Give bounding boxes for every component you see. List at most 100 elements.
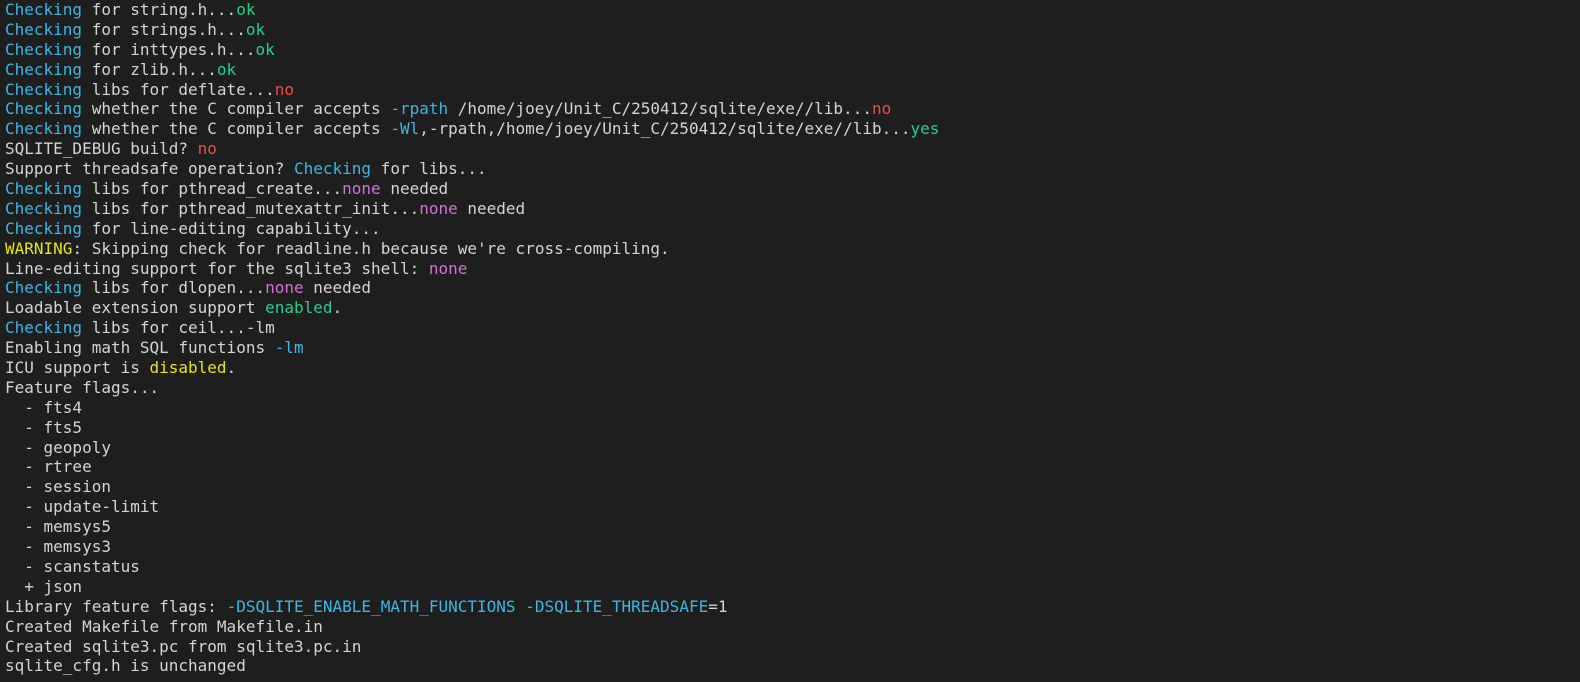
terminal-text: needed: [457, 198, 526, 218]
terminal-line: Library feature flags: -DSQLITE_ENABLE_M…: [5, 597, 1575, 617]
highlighted-text: Checking: [5, 39, 83, 59]
terminal-line: - geopoly: [5, 438, 1575, 458]
highlighted-text: Checking: [5, 218, 83, 238]
terminal-line: - memsys3: [5, 537, 1575, 557]
highlighted-text: ok: [255, 39, 275, 59]
terminal-text: for strings.h...: [82, 19, 246, 39]
highlighted-text: ok: [245, 19, 266, 39]
terminal-line: + json: [5, 577, 1575, 597]
terminal-line: Checking libs for ceil...-lm: [5, 318, 1575, 338]
highlighted-text: ok: [216, 59, 237, 79]
terminal-text: .: [332, 298, 343, 318]
terminal-line: - update-limit: [5, 497, 1575, 517]
terminal-line: Support threadsafe operation? Checking f…: [5, 159, 1575, 179]
terminal-line: Checking whether the C compiler accepts …: [5, 119, 1575, 139]
highlighted-text: none: [265, 278, 304, 298]
terminal-line: ICU support is disabled.: [5, 358, 1575, 378]
terminal-text: ICU support is: [5, 358, 150, 378]
terminal-text: for inttypes.h...: [82, 39, 256, 59]
terminal-text: SQLITE_DEBUG build?: [5, 139, 198, 159]
terminal-line: Created sqlite3.pc from sqlite3.pc.in: [5, 637, 1575, 657]
terminal-line: Feature flags...: [5, 378, 1575, 398]
terminal-text: + json: [5, 576, 83, 596]
terminal-line: Checking whether the C compiler accepts …: [5, 99, 1575, 119]
terminal-text: - fts5: [5, 417, 83, 437]
highlighted-text: -DSQLITE_THREADSAFE: [525, 596, 709, 616]
terminal-text: - session: [5, 477, 111, 497]
terminal-line: Enabling math SQL functions -lm: [5, 338, 1575, 358]
terminal-line: - scanstatus: [5, 557, 1575, 577]
terminal-text: - fts4: [5, 397, 83, 417]
highlighted-text: -lm: [274, 338, 304, 358]
terminal-line: Loadable extension support enabled.: [5, 298, 1575, 318]
terminal-text: : Skipping check for readline.h because …: [72, 238, 670, 258]
terminal-line: Checking for inttypes.h...ok: [5, 40, 1575, 60]
terminal-text: - scanstatus: [5, 556, 140, 576]
highlighted-text: Checking: [5, 198, 83, 218]
terminal-line: - session: [5, 477, 1575, 497]
terminal-line: Checking for string.h...ok: [5, 0, 1575, 20]
terminal-line: Line-editing support for the sqlite3 she…: [5, 259, 1575, 279]
terminal-text: Feature flags...: [5, 377, 160, 397]
terminal-line: sqlite_cfg.h is unchanged: [5, 656, 1575, 676]
highlighted-text: ok: [236, 0, 256, 19]
highlighted-text: -DSQLITE_ENABLE_MATH_FUNCTIONS: [226, 596, 516, 616]
terminal-line: - memsys5: [5, 517, 1575, 537]
terminal-text: Created sqlite3.pc from sqlite3.pc.in: [5, 636, 362, 656]
terminal-line: Checking libs for dlopen...none needed: [5, 278, 1575, 298]
highlighted-text: disabled: [149, 358, 227, 378]
terminal-text: /home/joey/Unit_C/250412/sqlite/exe//lib…: [448, 99, 872, 119]
terminal-text: Enabling math SQL functions: [5, 338, 275, 358]
terminal-text: .: [226, 358, 237, 378]
highlighted-text: no: [197, 139, 217, 159]
terminal-text: Library feature flags:: [5, 596, 227, 616]
terminal-text: =1: [708, 596, 728, 616]
terminal-line: Checking for line-editing capability...: [5, 219, 1575, 239]
terminal-text: - update-limit: [5, 497, 160, 517]
terminal-text: for libs...: [371, 159, 487, 179]
terminal-line: - fts5: [5, 418, 1575, 438]
terminal-line: - fts4: [5, 398, 1575, 418]
highlighted-text: Checking: [5, 79, 83, 99]
terminal-text: libs for dlopen...: [82, 278, 266, 298]
highlighted-text: Checking: [5, 278, 83, 298]
terminal-line: Created Makefile from Makefile.in: [5, 617, 1575, 637]
highlighted-text: none: [428, 258, 468, 278]
highlighted-text: none: [419, 198, 458, 218]
terminal-text: Line-editing support for the sqlite3 she…: [5, 258, 429, 278]
terminal-line: Checking libs for deflate...no: [5, 80, 1575, 100]
terminal-text: for string.h...: [82, 0, 237, 19]
highlighted-text: -Wl: [390, 119, 420, 139]
terminal-text: Created Makefile from Makefile.in: [5, 616, 323, 636]
highlighted-text: no: [871, 99, 892, 119]
terminal-text: libs for ceil...-lm: [82, 318, 275, 338]
terminal-line: Checking libs for pthread_mutexattr_init…: [5, 199, 1575, 219]
terminal-output[interactable]: Checking for string.h...ok Checking for s…: [0, 0, 1580, 682]
terminal-line: SQLITE_DEBUG build? no: [5, 139, 1575, 159]
highlighted-text: enabled: [265, 298, 333, 318]
terminal-text: sqlite_cfg.h is unchanged: [5, 656, 246, 676]
terminal-line: Checking for zlib.h...ok: [5, 60, 1575, 80]
terminal-line: Checking for strings.h...ok: [5, 20, 1575, 40]
highlighted-text: WARNING: [5, 238, 73, 258]
highlighted-text: yes: [910, 119, 940, 139]
terminal-text: Loadable extension support: [5, 298, 266, 318]
terminal-text: libs for deflate...: [82, 79, 275, 99]
highlighted-text: Checking: [5, 59, 83, 79]
highlighted-text: Checking: [5, 99, 83, 119]
terminal-line: - rtree: [5, 457, 1575, 477]
terminal-text: needed: [303, 278, 372, 298]
terminal-text: - geopoly: [5, 437, 111, 457]
terminal-text: ,-rpath,/home/joey/Unit_C/250412/sqlite/…: [419, 119, 911, 139]
highlighted-text: Checking: [5, 179, 83, 199]
terminal-text: for line-editing capability...: [82, 218, 381, 238]
terminal-text: libs for pthread_mutexattr_init...: [82, 198, 420, 218]
terminal-text: whether the C compiler accepts: [82, 99, 391, 119]
terminal-line: WARNING: Skipping check for readline.h b…: [5, 239, 1575, 259]
terminal-text: for zlib.h...: [82, 59, 217, 79]
terminal-text: whether the C compiler accepts: [82, 119, 391, 139]
highlighted-text: Checking: [293, 159, 372, 179]
highlighted-text: -rpath: [390, 99, 449, 119]
terminal-line: Checking libs for pthread_create...none …: [5, 179, 1575, 199]
highlighted-text: Checking: [5, 0, 83, 19]
